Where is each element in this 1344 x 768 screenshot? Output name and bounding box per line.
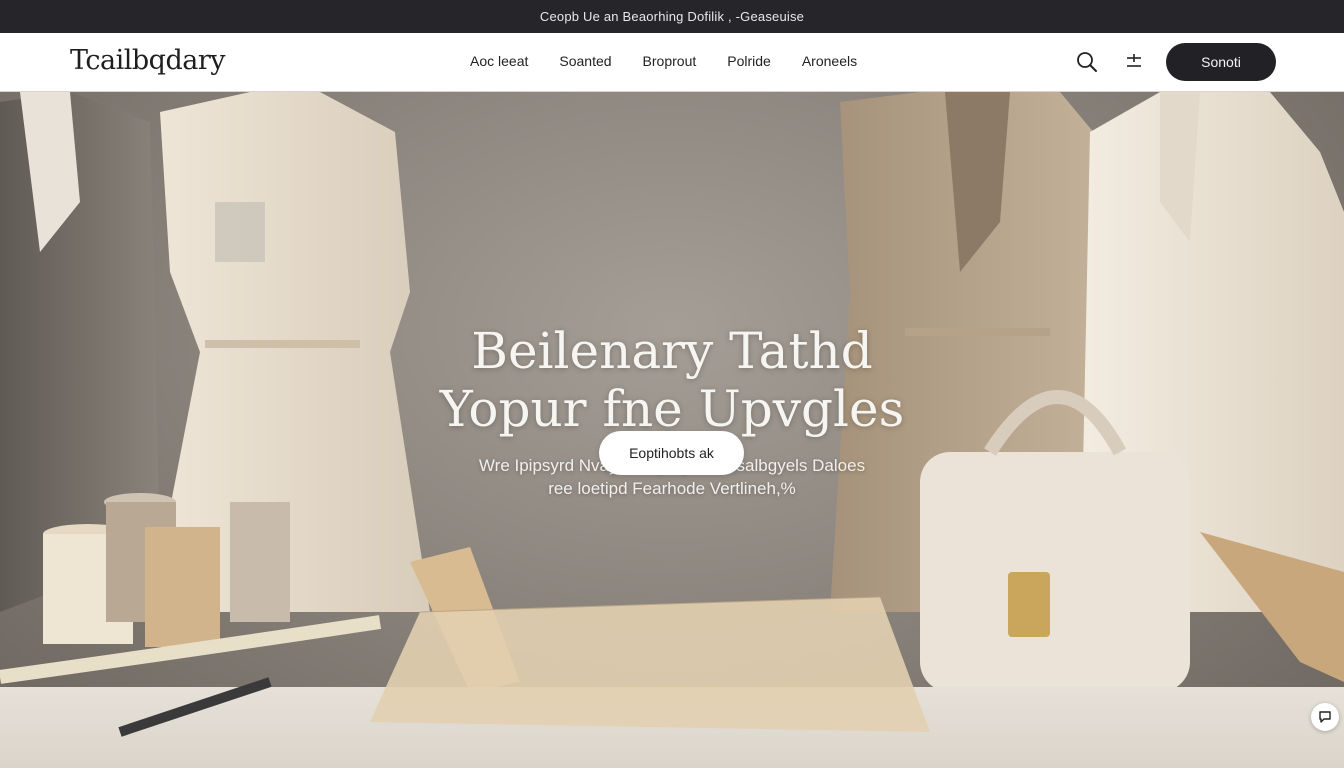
nav-item-1[interactable]: Aoc leeat xyxy=(470,53,528,69)
hero-subtext-line-2: ree loetipd Fearhode Vertlineh,% xyxy=(548,479,796,498)
nav-item-2[interactable]: Soanted xyxy=(559,53,611,69)
announcement-bar: Ceopb Ue an Beaorhing Dofilik , -Geaseui… xyxy=(0,0,1344,33)
brand-logo[interactable]: Tcailbqdary xyxy=(70,45,226,76)
nav-item-5[interactable]: Aroneels xyxy=(802,53,857,69)
search-icon[interactable] xyxy=(1076,51,1098,73)
header-nav: Tcailbqdary Aoc leeat Soanted Broprout P… xyxy=(0,33,1344,92)
filter-icon[interactable] xyxy=(1123,51,1145,73)
hero-headline: Beilenary Tathd Yopur fne Upvgles xyxy=(0,322,1344,438)
nav-item-4[interactable]: Polride xyxy=(727,53,771,69)
hero-cta-button[interactable]: Eoptihobts ak xyxy=(599,431,744,475)
announcement-text: Ceopb Ue an Beaorhing Dofilik , -Geaseui… xyxy=(539,9,805,24)
nav-item-3[interactable]: Broprout xyxy=(643,53,697,69)
main-menu: Aoc leeat Soanted Broprout Polride Arone… xyxy=(470,53,857,69)
hero-headline-line-1: Beilenary Tathd xyxy=(471,322,873,380)
hero-section: Beilenary Tathd Yopur fne Upvgles Wre Ip… xyxy=(0,92,1344,768)
header-cta-button[interactable]: Sonoti xyxy=(1166,43,1276,81)
hero-headline-line-2: Yopur fne Upvgles xyxy=(439,380,905,438)
chat-icon[interactable] xyxy=(1311,703,1339,731)
